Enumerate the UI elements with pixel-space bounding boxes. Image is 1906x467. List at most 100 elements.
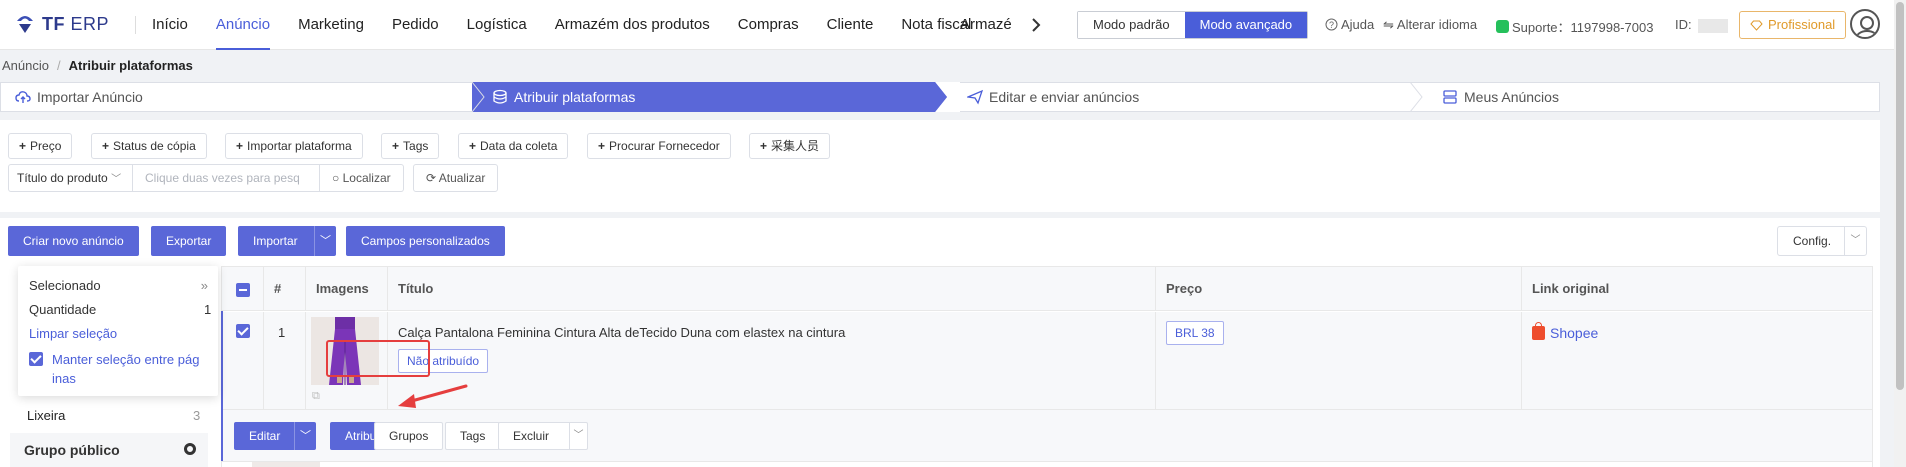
send-icon (967, 89, 983, 105)
main-nav: Início Anúncio Marketing Pedido Logístic… (152, 0, 999, 50)
page-scrollbar[interactable] (1894, 0, 1906, 467)
filter-panel: + Preço + Status de cópia + Importar plataf… (0, 120, 1880, 212)
swap-icon: ⇋ (1383, 17, 1394, 32)
user-id: ID: (1675, 17, 1728, 33)
refresh-button[interactable]: ⟳ Atualizar (413, 164, 499, 192)
row-index-cell: 1 (264, 312, 306, 410)
breadcrumb-separator: / (56, 58, 61, 73)
layers-icon (1443, 90, 1457, 104)
filter-chip-copy-status[interactable]: + Status de cópia (91, 133, 207, 159)
logo-text-bold: TF (42, 13, 65, 34)
chevron-down-icon[interactable]: ﹀ (569, 423, 587, 449)
step-my-listings[interactable]: Meus Anúncios (1422, 82, 1880, 112)
mode-default-button[interactable]: Modo padrão (1078, 12, 1185, 38)
import-button[interactable]: Importar ﹀ (238, 226, 336, 256)
filter-chip-label: Procurar Fornecedor (609, 139, 720, 153)
filter-chip-collector[interactable]: + 采集人员 (749, 133, 831, 159)
cloud-upload-icon (15, 91, 31, 103)
filter-chip-tags[interactable]: + Tags (381, 133, 440, 159)
search-icon: ○ (332, 171, 340, 185)
step-import[interactable]: Importar Anúncio (0, 82, 472, 112)
checkbox-checked[interactable] (29, 351, 43, 366)
filter-chip-price[interactable]: + Preço (8, 133, 73, 159)
mode-switch: Modo padrão Modo avançado (1077, 11, 1309, 39)
group-trash[interactable]: Lixeira (27, 408, 65, 423)
search-row: Título do produto ﹀ Clique duas vezes pa… (8, 164, 404, 192)
support-info[interactable]: Suporte：1197998-7003 (1496, 17, 1653, 36)
plus-icon: + (392, 139, 400, 153)
tags-button[interactable]: Tags (445, 422, 501, 450)
double-chevron-right-icon[interactable]: » (201, 278, 208, 293)
help-label: Ajuda (1341, 17, 1375, 32)
original-link-label: Shopee (1550, 325, 1599, 341)
row-checkbox[interactable] (236, 324, 250, 338)
checkbox-indeterminate[interactable] (236, 282, 250, 297)
nav-logistica[interactable]: Logística (467, 0, 527, 50)
locate-button[interactable]: ○ Localizar (320, 164, 404, 192)
chevron-down-icon[interactable]: ﹀ (1844, 227, 1866, 255)
config-button[interactable]: Config. ﹀ (1777, 226, 1867, 256)
delete-button[interactable]: Excluir ﹀ (498, 422, 588, 450)
nav-cliente[interactable]: Cliente (827, 0, 874, 50)
plan-button[interactable]: Profissional (1739, 11, 1847, 39)
header-title: Título (388, 267, 1156, 311)
filter-chip-collect-date[interactable]: + Data da coleta (458, 133, 569, 159)
breadcrumb-parent[interactable]: Anúncio (2, 58, 49, 73)
nav-pedido[interactable]: Pedido (392, 0, 439, 50)
header-select-all[interactable] (222, 267, 264, 311)
filter-chip-label: Preço (30, 139, 62, 153)
header-images: Imagens (306, 267, 388, 311)
breadcrumb: Anúncio / Atribuir plataformas (2, 58, 193, 73)
scrollbar-thumb[interactable] (1896, 2, 1904, 390)
row-selected-indicator (221, 311, 223, 461)
export-button[interactable]: Exportar (151, 226, 227, 256)
nav-overflow: Armazém (960, 0, 1012, 50)
plus-icon: + (760, 139, 768, 153)
custom-fields-button[interactable]: Campos personalizados (346, 226, 505, 256)
plus-icon: + (19, 139, 27, 153)
groups-button[interactable]: Grupos (374, 422, 444, 450)
price-badge: BRL 38 (1166, 321, 1224, 345)
breadcrumb-current: Atribuir plataformas (68, 58, 193, 73)
original-link[interactable]: Shopee (1532, 322, 1599, 341)
keep-selection-checkbox[interactable] (29, 350, 43, 366)
app-logo[interactable]: TF ERP (14, 13, 109, 35)
chevron-right-icon[interactable] (1030, 15, 1042, 35)
search-input[interactable]: Clique duas vezes para pesq (133, 164, 320, 192)
group-public[interactable]: Grupo público (10, 433, 208, 467)
step-assign[interactable]: Atribuir plataformas (472, 82, 947, 112)
chevron-down-icon[interactable]: ﹀ (314, 226, 336, 256)
edit-button[interactable]: Editar ﹀ (234, 422, 316, 450)
product-title[interactable]: Calça Pantalona Feminina Cintura Alta de… (398, 325, 845, 340)
refresh-label: Atualizar (438, 171, 486, 185)
plan-label: Profissional (1768, 17, 1836, 32)
copy-icon[interactable]: ⧉ (312, 390, 320, 403)
row-index: 1 (278, 325, 286, 340)
nav-compras[interactable]: Compras (738, 0, 799, 50)
step-label: Editar e enviar anúncios (989, 89, 1140, 105)
mode-advanced-button[interactable]: Modo avançado (1184, 12, 1308, 38)
nav-anuncio[interactable]: Anúncio (215, 0, 271, 50)
step-label: Atribuir plataformas (514, 89, 636, 105)
help-link[interactable]: ? Ajuda (1325, 17, 1374, 32)
nav-armazem[interactable]: Armazém (960, 0, 1012, 50)
import-label: Importar (253, 234, 298, 248)
language-link[interactable]: ⇋ Alterar idioma (1383, 17, 1477, 33)
step-edit-send[interactable]: Editar e enviar anúncios (947, 82, 1422, 112)
gear-icon[interactable] (184, 443, 196, 455)
nav-inicio[interactable]: Início (152, 0, 188, 50)
filter-chip-supplier[interactable]: + Procurar Fornecedor (587, 133, 731, 159)
config-label: Config. (1793, 234, 1832, 248)
chevron-down-icon[interactable]: ﹀ (294, 422, 316, 450)
filter-chip-label: Status de cópia (113, 139, 196, 153)
svg-text:?: ? (1329, 20, 1334, 30)
clear-selection-link[interactable]: Limpar seleção (29, 326, 117, 341)
filter-chip-import-platform[interactable]: + Importar plataforma (225, 133, 363, 159)
refresh-icon: ⟳ (426, 171, 437, 185)
search-field-select[interactable]: Título do produto ﹀ (8, 164, 133, 192)
nav-marketing[interactable]: Marketing (298, 0, 364, 50)
next-row-image (252, 462, 320, 467)
user-avatar-icon[interactable] (1850, 9, 1880, 39)
create-listing-button[interactable]: Criar novo anúncio (8, 226, 139, 256)
nav-armazem-produtos[interactable]: Armazém dos produtos (555, 0, 710, 50)
